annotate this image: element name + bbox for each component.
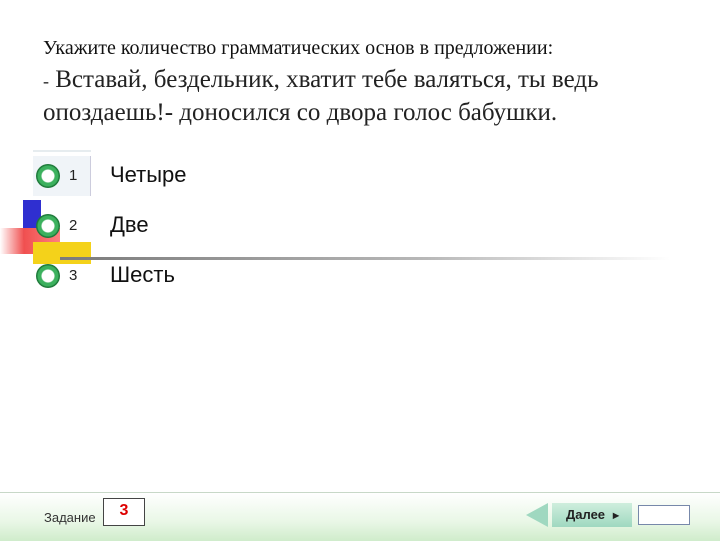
answer-option-3[interactable]: 3 Шесть — [33, 256, 683, 296]
next-button[interactable]: Далее ► — [552, 503, 632, 527]
back-arrow-icon[interactable] — [526, 503, 548, 527]
sentence-text: - Вставай, бездельник, хватит тебе валят… — [43, 64, 703, 129]
option-label[interactable]: Две — [110, 212, 149, 238]
sentence-body: Вставай, бездельник, хватит тебе валятьс… — [43, 66, 599, 126]
option-number: 1 — [69, 167, 78, 184]
empty-button[interactable] — [638, 505, 690, 525]
task-label: Задание — [44, 510, 96, 525]
task-number: 3 — [103, 498, 145, 526]
option-number: 3 — [69, 267, 78, 284]
footer-bar: Задание 3 Далее ► — [0, 492, 720, 541]
sentence-dash: - — [43, 71, 49, 91]
answer-option-2[interactable]: 2 Две — [33, 206, 683, 246]
radio-button-icon[interactable] — [36, 164, 60, 188]
answer-option-1[interactable]: 1 Четыре — [33, 156, 683, 196]
play-arrow-icon: ► — [610, 510, 622, 522]
radio-button-icon[interactable] — [36, 214, 60, 238]
radio-button-icon[interactable] — [36, 264, 60, 288]
next-button-label: Далее — [566, 507, 606, 522]
option-number: 2 — [69, 217, 78, 234]
question-text: Укажите количество грамматических основ … — [43, 37, 554, 59]
option-label[interactable]: Шесть — [110, 262, 175, 288]
decor-line-top — [33, 150, 91, 152]
option-label[interactable]: Четыре — [110, 162, 187, 188]
